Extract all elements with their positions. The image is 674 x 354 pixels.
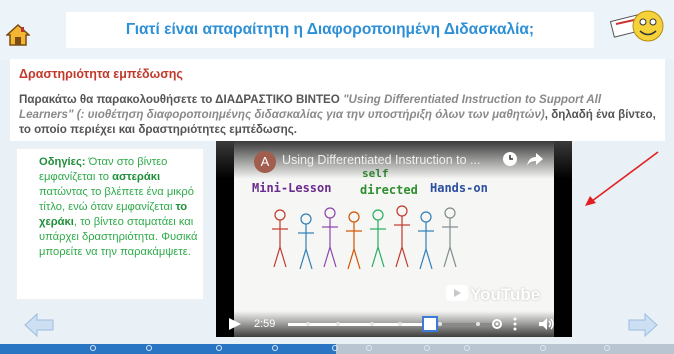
instructions-star-word: αστεράκι <box>112 171 161 183</box>
share-icon[interactable] <box>526 151 544 167</box>
progress-dot[interactable] <box>424 345 430 351</box>
progress-marker <box>306 322 310 326</box>
progress-dot[interactable] <box>272 345 278 351</box>
youtube-logo: YouTube <box>470 285 541 304</box>
settings-icon[interactable] <box>490 317 504 331</box>
progress-dot[interactable] <box>604 345 610 351</box>
video-title[interactable]: Using Differentiated Instruction to ... <box>282 153 480 167</box>
students-illustration <box>272 205 458 270</box>
progress-dot[interactable] <box>90 345 96 351</box>
title-bar: Γιατί είναι απαραίτητη η Διαφοροποιημένη… <box>0 0 674 60</box>
progress-dot[interactable] <box>464 345 470 351</box>
video-label-directed: directed <box>360 183 418 197</box>
video-controls: 2:59 <box>216 311 572 337</box>
video-scrub-handle[interactable] <box>422 316 439 332</box>
video-label-hands-on: Hands-on <box>430 181 488 195</box>
progress-marker <box>438 322 442 326</box>
progress-dot[interactable] <box>146 345 152 351</box>
video-header: A Using Differentiated Instruction to ..… <box>216 141 572 179</box>
video-progress-bar[interactable] <box>288 322 494 326</box>
video-label-mini-lesson: Mini-Lesson <box>252 181 332 195</box>
instructions-part-2: πατώντας το βλέπετε ένα μικρό τίτλο, ενώ… <box>39 186 194 213</box>
activity-description: Παρακάτω θα παρακολουθήσετε το ΔΙΑΔΡΑΣΤΙ… <box>19 92 657 137</box>
progress-dot[interactable] <box>540 345 546 351</box>
instructions-box: Οδηγίες: Όταν στο βίντεο εμφανίζεται το … <box>16 148 204 300</box>
progress-dot[interactable] <box>366 345 372 351</box>
course-progress-remaining <box>336 344 674 354</box>
progress-marker <box>398 322 402 326</box>
video-time: 2:59 <box>254 318 276 330</box>
progress-marker <box>370 322 374 326</box>
progress-marker <box>336 322 340 326</box>
title-box: Γιατί είναι απαραίτητη η Διαφοροποιημένη… <box>66 12 594 48</box>
video-player[interactable]: Mini-Lesson self directed Hands-on YouTu… <box>216 141 572 337</box>
arrow-left-icon[interactable] <box>24 313 54 337</box>
page-title: Γιατί είναι απαραίτητη η Διαφοροποιημένη… <box>125 21 535 38</box>
home-icon[interactable] <box>5 23 31 46</box>
red-arrow-annotation <box>585 151 659 206</box>
activity-intro: Παρακάτω θα παρακολουθήσετε το ΔΙΑΔΡΑΣΤΙ… <box>19 93 340 106</box>
instructions-text: Οδηγίες: Όταν στο βίντεο εμφανίζεται το … <box>39 155 199 260</box>
progress-dot[interactable] <box>216 345 222 351</box>
volume-icon[interactable] <box>538 317 556 331</box>
more-icon[interactable] <box>512 317 518 331</box>
play-icon[interactable] <box>228 317 242 331</box>
activity-title: Δραστηριότητα εμπέδωσης <box>19 67 183 81</box>
course-progress-bar[interactable] <box>0 344 674 354</box>
progress-marker <box>476 322 480 326</box>
youtube-logo-icon <box>446 285 468 301</box>
instructions-label: Οδηγίες: <box>39 156 86 168</box>
activity-panel: Δραστηριότητα εμπέδωσης Παρακάτω θα παρα… <box>10 59 665 141</box>
arrow-right-icon[interactable] <box>628 313 658 337</box>
smiley-mascot-icon <box>606 4 666 50</box>
clock-icon[interactable] <box>502 151 518 167</box>
progress-dot[interactable] <box>332 345 338 351</box>
channel-avatar[interactable]: A <box>254 151 276 173</box>
